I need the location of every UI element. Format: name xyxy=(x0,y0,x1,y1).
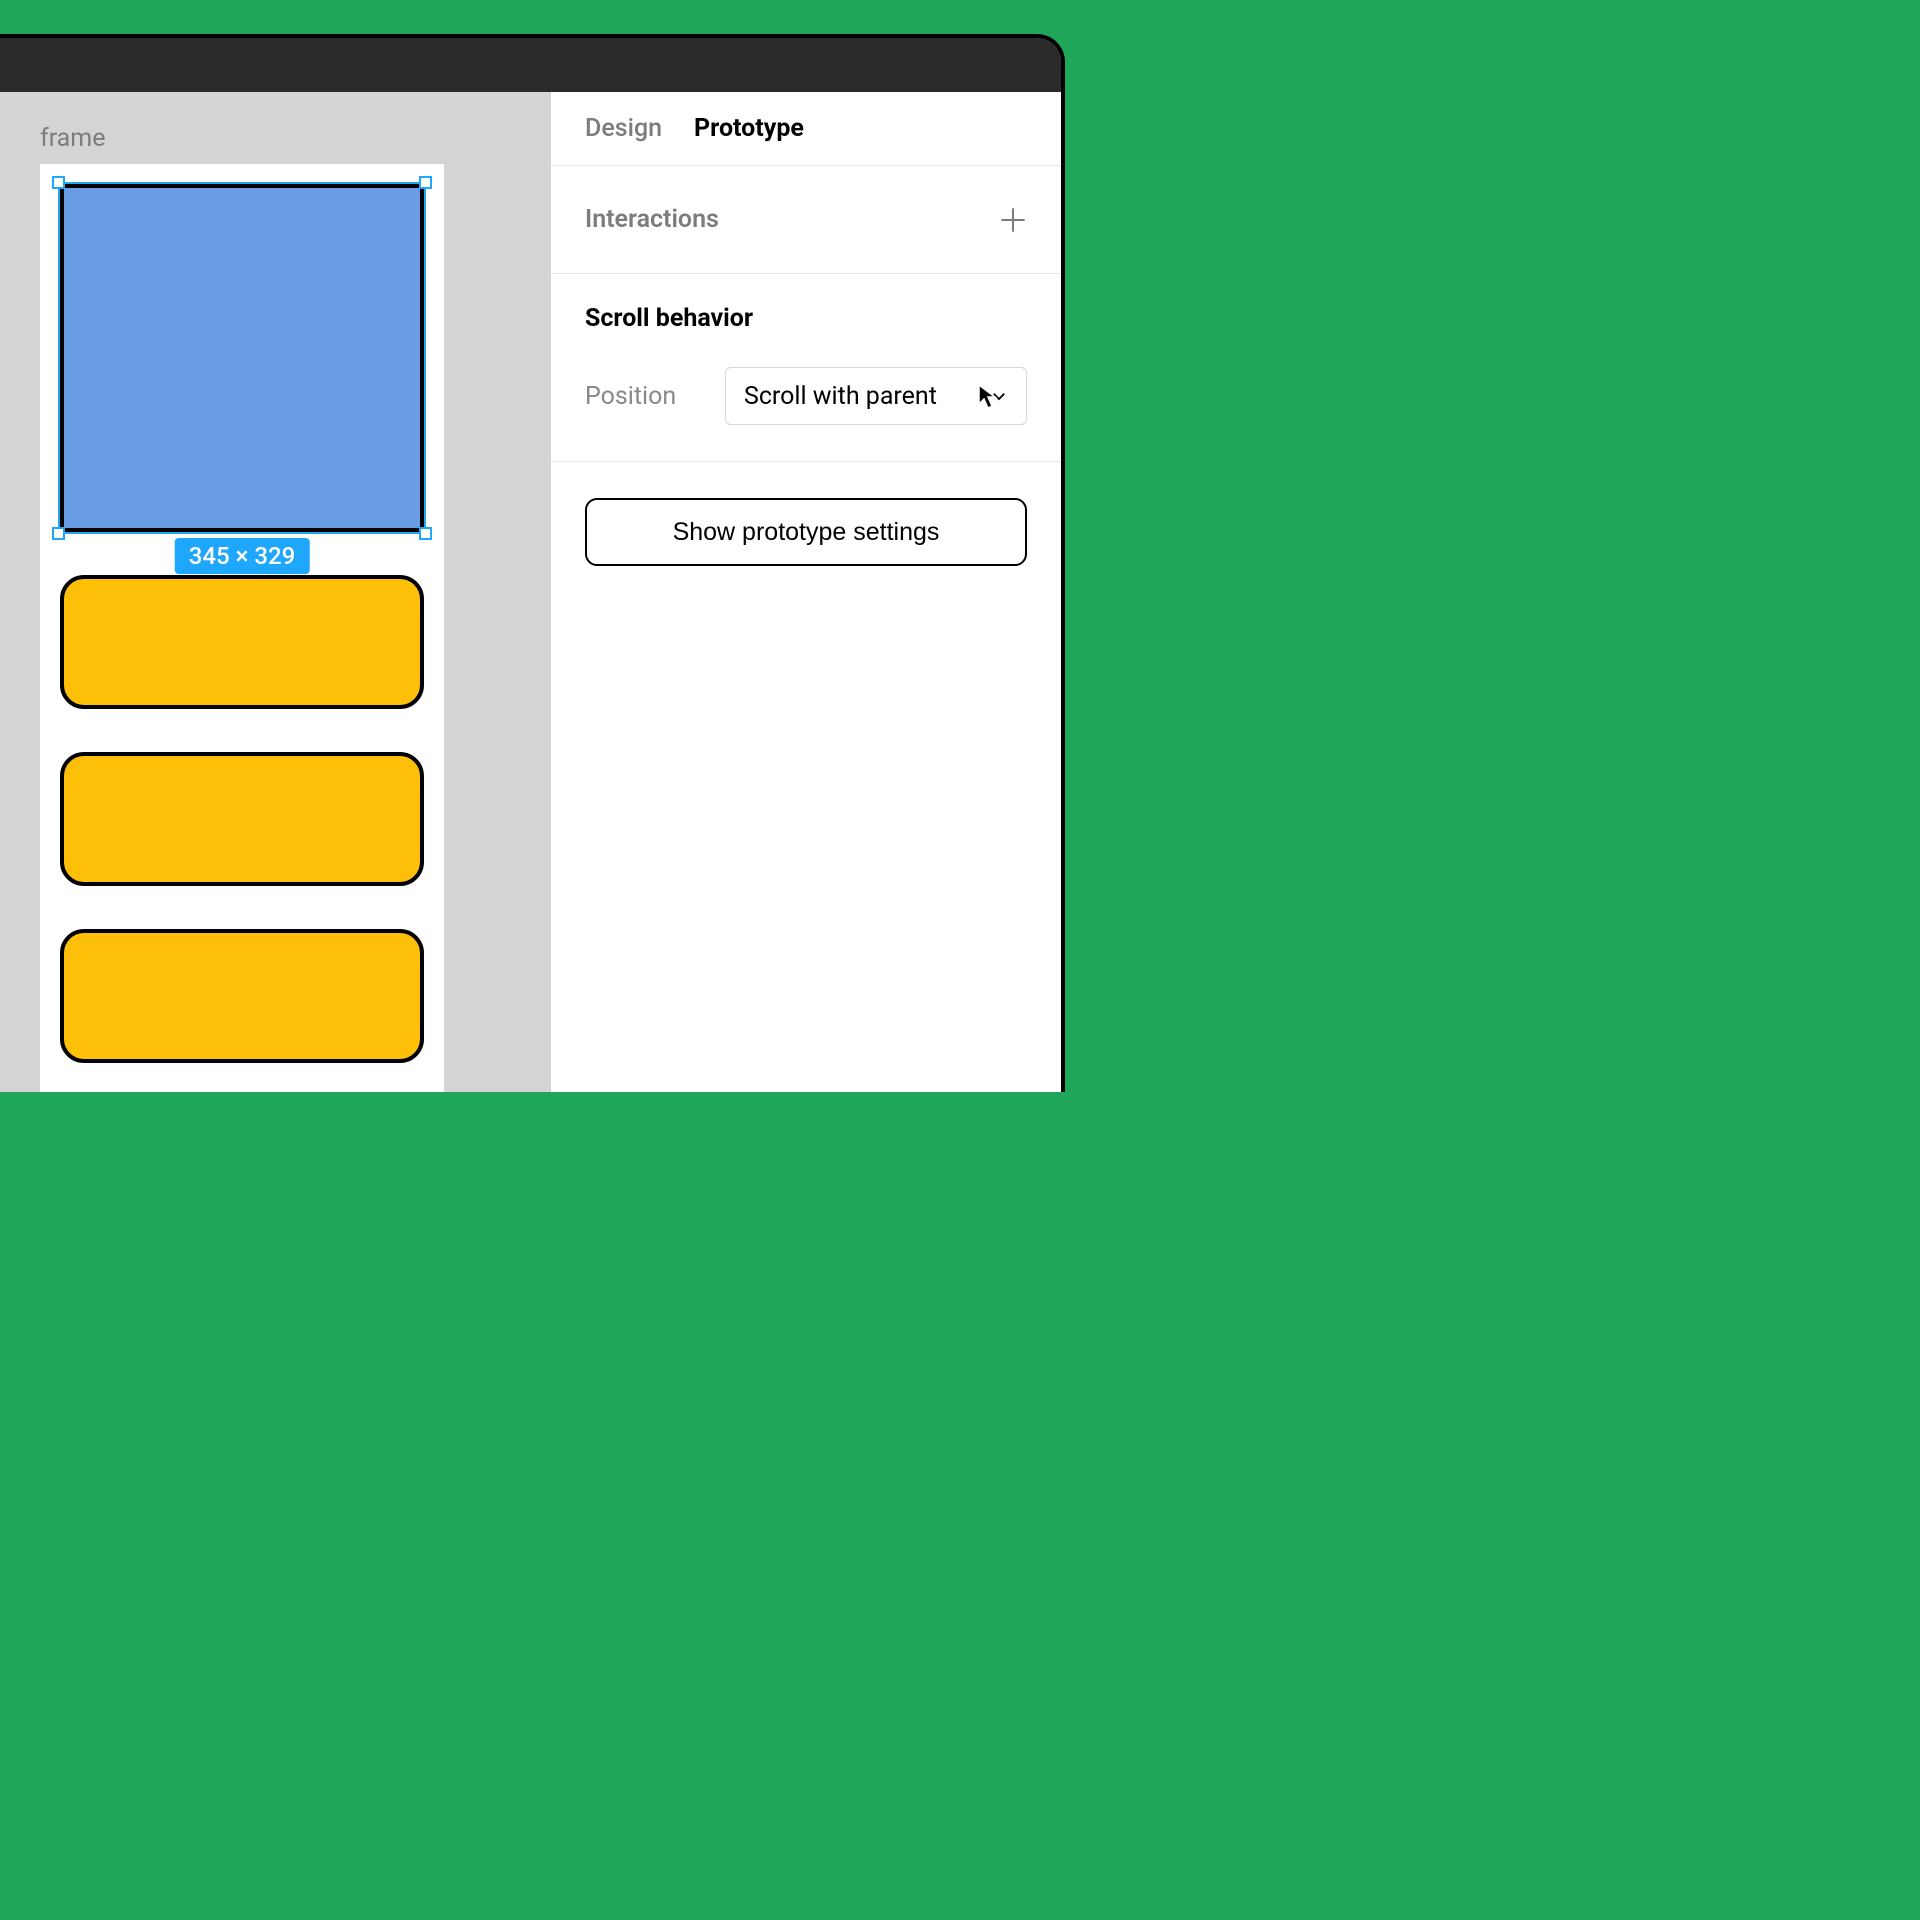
selected-layer[interactable]: 345 × 329 xyxy=(60,184,424,532)
interactions-title: Interactions xyxy=(585,205,719,234)
position-dropdown[interactable]: Scroll with parent xyxy=(725,367,1027,425)
panel-tabs: Design Prototype xyxy=(551,92,1061,166)
interactions-section: Interactions xyxy=(551,166,1061,274)
content-area: frame 345 × 329 xyxy=(0,92,1061,1092)
yellow-rectangle[interactable] xyxy=(60,575,424,709)
show-settings-section: Show prototype settings xyxy=(585,498,1027,566)
tab-design[interactable]: Design xyxy=(585,114,662,143)
yellow-rectangle[interactable] xyxy=(60,752,424,886)
position-label: Position xyxy=(585,382,677,411)
position-row: Position Scroll with parent xyxy=(585,367,1027,425)
canvas[interactable]: frame 345 × 329 xyxy=(0,92,551,1092)
frame[interactable]: 345 × 329 xyxy=(40,164,444,1092)
position-dropdown-value: Scroll with parent xyxy=(744,382,937,411)
window-titlebar xyxy=(0,38,1061,92)
properties-panel: Design Prototype Interactions Scroll beh… xyxy=(551,92,1061,1092)
blue-rectangle[interactable] xyxy=(60,184,424,532)
show-prototype-settings-button[interactable]: Show prototype settings xyxy=(585,498,1027,566)
yellow-rectangle[interactable] xyxy=(60,929,424,1063)
scroll-behavior-section: Scroll behavior Position Scroll with par… xyxy=(551,274,1061,462)
app-window: frame 345 × 329 xyxy=(0,34,1065,1092)
scroll-behavior-title: Scroll behavior xyxy=(585,304,1027,333)
add-interaction-icon[interactable] xyxy=(999,206,1027,234)
chevron-down-icon xyxy=(990,387,1008,405)
frame-label[interactable]: frame xyxy=(40,124,105,153)
dimensions-badge: 345 × 329 xyxy=(175,538,310,574)
tab-prototype[interactable]: Prototype xyxy=(694,114,804,143)
